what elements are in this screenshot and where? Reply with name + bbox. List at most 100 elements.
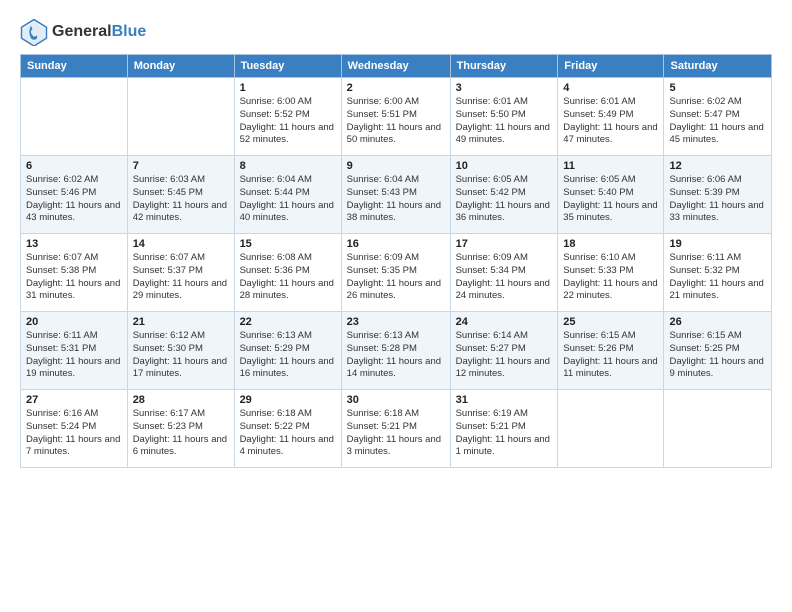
col-header-thursday: Thursday bbox=[450, 55, 558, 78]
calendar-body: 1 Sunrise: 6:00 AM Sunset: 5:52 PM Daylig… bbox=[21, 78, 772, 468]
day-info: Sunrise: 6:01 AM Sunset: 5:50 PM Dayligh… bbox=[456, 96, 553, 147]
page: GeneralBlue SundayMondayTuesdayWednesday… bbox=[0, 0, 792, 612]
day-cell: 21 Sunrise: 6:12 AM Sunset: 5:30 PM Dayli… bbox=[127, 312, 234, 390]
day-number: 16 bbox=[347, 238, 445, 250]
day-number: 4 bbox=[563, 82, 658, 94]
day-number: 9 bbox=[347, 160, 445, 172]
day-cell: 27 Sunrise: 6:16 AM Sunset: 5:24 PM Dayli… bbox=[21, 390, 128, 468]
day-number: 5 bbox=[669, 82, 766, 94]
day-cell: 9 Sunrise: 6:04 AM Sunset: 5:43 PM Daylig… bbox=[341, 156, 450, 234]
day-number: 17 bbox=[456, 238, 553, 250]
day-number: 18 bbox=[563, 238, 658, 250]
day-info: Sunrise: 6:09 AM Sunset: 5:35 PM Dayligh… bbox=[347, 252, 445, 303]
day-cell bbox=[558, 390, 664, 468]
day-info: Sunrise: 6:04 AM Sunset: 5:44 PM Dayligh… bbox=[240, 174, 336, 225]
day-number: 20 bbox=[26, 316, 122, 328]
day-cell: 6 Sunrise: 6:02 AM Sunset: 5:46 PM Daylig… bbox=[21, 156, 128, 234]
day-cell: 19Sunrise: 6:11 AM Sunset: 5:32 PM Dayli… bbox=[664, 234, 772, 312]
week-row-4: 20 Sunrise: 6:11 AM Sunset: 5:31 PM Dayli… bbox=[21, 312, 772, 390]
day-info: Sunrise: 6:02 AM Sunset: 5:46 PM Dayligh… bbox=[26, 174, 122, 225]
day-number: 29 bbox=[240, 394, 336, 406]
calendar-header: SundayMondayTuesdayWednesdayThursdayFrid… bbox=[21, 55, 772, 78]
day-cell: 3Sunrise: 6:01 AM Sunset: 5:50 PM Daylig… bbox=[450, 78, 558, 156]
day-cell: 13 Sunrise: 6:07 AM Sunset: 5:38 PM Dayli… bbox=[21, 234, 128, 312]
logo-text: GeneralBlue bbox=[52, 23, 146, 41]
day-number: 1 bbox=[240, 82, 336, 94]
day-info: Sunrise: 6:18 AM Sunset: 5:21 PM Dayligh… bbox=[347, 408, 445, 459]
day-cell: 28Sunrise: 6:17 AM Sunset: 5:23 PM Dayli… bbox=[127, 390, 234, 468]
day-cell: 1 Sunrise: 6:00 AM Sunset: 5:52 PM Daylig… bbox=[234, 78, 341, 156]
week-row-3: 13 Sunrise: 6:07 AM Sunset: 5:38 PM Dayli… bbox=[21, 234, 772, 312]
day-cell: 29 Sunrise: 6:18 AM Sunset: 5:22 PM Dayli… bbox=[234, 390, 341, 468]
day-number: 21 bbox=[133, 316, 229, 328]
day-number: 12 bbox=[669, 160, 766, 172]
day-info: Sunrise: 6:14 AM Sunset: 5:27 PM Dayligh… bbox=[456, 330, 553, 381]
day-info: Sunrise: 6:05 AM Sunset: 5:42 PM Dayligh… bbox=[456, 174, 553, 225]
day-info: Sunrise: 6:12 AM Sunset: 5:30 PM Dayligh… bbox=[133, 330, 229, 381]
day-cell: 30 Sunrise: 6:18 AM Sunset: 5:21 PM Dayli… bbox=[341, 390, 450, 468]
day-number: 11 bbox=[563, 160, 658, 172]
day-number: 31 bbox=[456, 394, 553, 406]
day-info: Sunrise: 6:19 AM Sunset: 5:21 PM Dayligh… bbox=[456, 408, 553, 459]
day-cell: 17 Sunrise: 6:09 AM Sunset: 5:34 PM Dayli… bbox=[450, 234, 558, 312]
day-number: 13 bbox=[26, 238, 122, 250]
week-row-1: 1 Sunrise: 6:00 AM Sunset: 5:52 PM Daylig… bbox=[21, 78, 772, 156]
day-number: 15 bbox=[240, 238, 336, 250]
day-info: Sunrise: 6:18 AM Sunset: 5:22 PM Dayligh… bbox=[240, 408, 336, 459]
day-number: 24 bbox=[456, 316, 553, 328]
day-info: Sunrise: 6:07 AM Sunset: 5:38 PM Dayligh… bbox=[26, 252, 122, 303]
day-info: Sunrise: 6:13 AM Sunset: 5:28 PM Dayligh… bbox=[347, 330, 445, 381]
day-cell: 5 Sunrise: 6:02 AM Sunset: 5:47 PM Daylig… bbox=[664, 78, 772, 156]
day-info: Sunrise: 6:01 AM Sunset: 5:49 PM Dayligh… bbox=[563, 96, 658, 147]
day-header-row: SundayMondayTuesdayWednesdayThursdayFrid… bbox=[21, 55, 772, 78]
day-cell: 25Sunrise: 6:15 AM Sunset: 5:26 PM Dayli… bbox=[558, 312, 664, 390]
day-number: 8 bbox=[240, 160, 336, 172]
day-number: 22 bbox=[240, 316, 336, 328]
day-number: 26 bbox=[669, 316, 766, 328]
col-header-friday: Friday bbox=[558, 55, 664, 78]
day-info: Sunrise: 6:03 AM Sunset: 5:45 PM Dayligh… bbox=[133, 174, 229, 225]
day-number: 2 bbox=[347, 82, 445, 94]
day-number: 30 bbox=[347, 394, 445, 406]
day-cell: 24 Sunrise: 6:14 AM Sunset: 5:27 PM Dayli… bbox=[450, 312, 558, 390]
day-number: 19 bbox=[669, 238, 766, 250]
day-info: Sunrise: 6:00 AM Sunset: 5:52 PM Dayligh… bbox=[240, 96, 336, 147]
day-info: Sunrise: 6:11 AM Sunset: 5:31 PM Dayligh… bbox=[26, 330, 122, 381]
day-info: Sunrise: 6:13 AM Sunset: 5:29 PM Dayligh… bbox=[240, 330, 336, 381]
day-info: Sunrise: 6:09 AM Sunset: 5:34 PM Dayligh… bbox=[456, 252, 553, 303]
day-info: Sunrise: 6:10 AM Sunset: 5:33 PM Dayligh… bbox=[563, 252, 658, 303]
day-info: Sunrise: 6:15 AM Sunset: 5:25 PM Dayligh… bbox=[669, 330, 766, 381]
day-cell: 20 Sunrise: 6:11 AM Sunset: 5:31 PM Dayli… bbox=[21, 312, 128, 390]
day-info: Sunrise: 6:06 AM Sunset: 5:39 PM Dayligh… bbox=[669, 174, 766, 225]
day-number: 23 bbox=[347, 316, 445, 328]
day-info: Sunrise: 6:16 AM Sunset: 5:24 PM Dayligh… bbox=[26, 408, 122, 459]
col-header-sunday: Sunday bbox=[21, 55, 128, 78]
day-info: Sunrise: 6:02 AM Sunset: 5:47 PM Dayligh… bbox=[669, 96, 766, 147]
day-info: Sunrise: 6:04 AM Sunset: 5:43 PM Dayligh… bbox=[347, 174, 445, 225]
day-cell: 22 Sunrise: 6:13 AM Sunset: 5:29 PM Dayli… bbox=[234, 312, 341, 390]
day-cell: 31 Sunrise: 6:19 AM Sunset: 5:21 PM Dayli… bbox=[450, 390, 558, 468]
day-number: 6 bbox=[26, 160, 122, 172]
day-number: 10 bbox=[456, 160, 553, 172]
day-number: 7 bbox=[133, 160, 229, 172]
day-cell: 8 Sunrise: 6:04 AM Sunset: 5:44 PM Daylig… bbox=[234, 156, 341, 234]
day-cell bbox=[21, 78, 128, 156]
day-number: 14 bbox=[133, 238, 229, 250]
day-info: Sunrise: 6:07 AM Sunset: 5:37 PM Dayligh… bbox=[133, 252, 229, 303]
col-header-saturday: Saturday bbox=[664, 55, 772, 78]
day-cell: 10 Sunrise: 6:05 AM Sunset: 5:42 PM Dayli… bbox=[450, 156, 558, 234]
day-cell: 2Sunrise: 6:00 AM Sunset: 5:51 PM Daylig… bbox=[341, 78, 450, 156]
day-info: Sunrise: 6:08 AM Sunset: 5:36 PM Dayligh… bbox=[240, 252, 336, 303]
day-number: 27 bbox=[26, 394, 122, 406]
col-header-wednesday: Wednesday bbox=[341, 55, 450, 78]
day-cell: 16 Sunrise: 6:09 AM Sunset: 5:35 PM Dayli… bbox=[341, 234, 450, 312]
day-cell: 11 Sunrise: 6:05 AM Sunset: 5:40 PM Dayli… bbox=[558, 156, 664, 234]
day-cell: 18 Sunrise: 6:10 AM Sunset: 5:33 PM Dayli… bbox=[558, 234, 664, 312]
day-cell: 14 Sunrise: 6:07 AM Sunset: 5:37 PM Dayli… bbox=[127, 234, 234, 312]
logo: GeneralBlue bbox=[20, 18, 146, 46]
day-info: Sunrise: 6:05 AM Sunset: 5:40 PM Dayligh… bbox=[563, 174, 658, 225]
day-cell: 23 Sunrise: 6:13 AM Sunset: 5:28 PM Dayli… bbox=[341, 312, 450, 390]
day-info: Sunrise: 6:15 AM Sunset: 5:26 PM Dayligh… bbox=[563, 330, 658, 381]
header: GeneralBlue bbox=[20, 18, 772, 46]
day-number: 28 bbox=[133, 394, 229, 406]
